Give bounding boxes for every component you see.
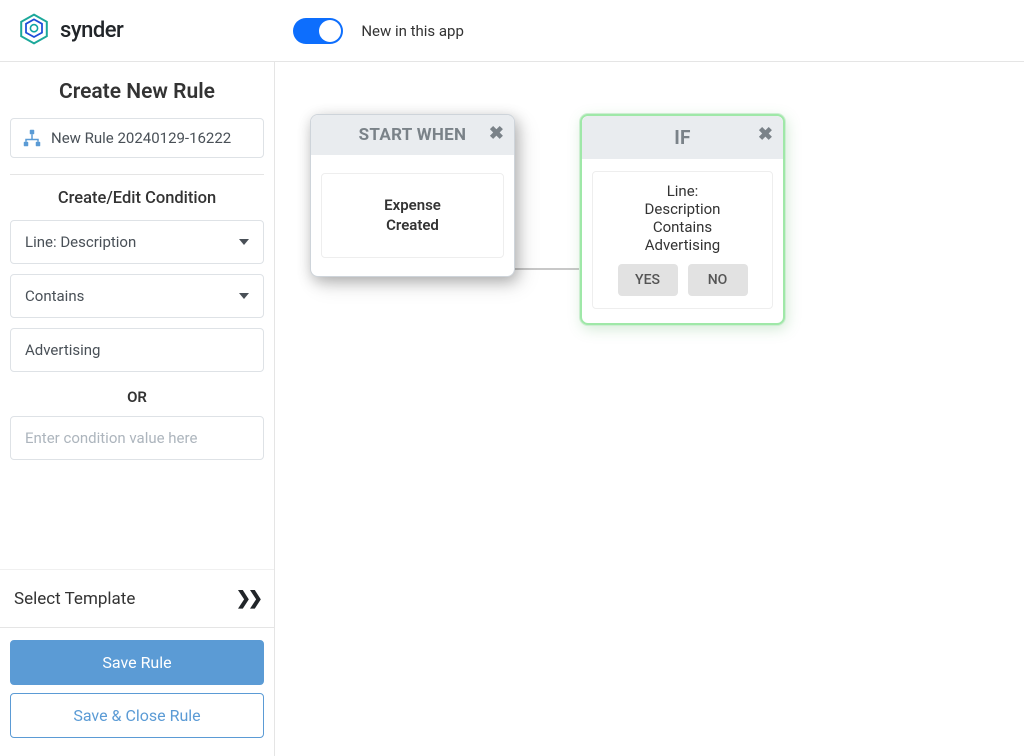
select-template-label: Select Template xyxy=(14,589,135,609)
if-line-2: Description xyxy=(599,200,766,218)
divider xyxy=(10,174,264,175)
start-when-node[interactable]: START WHEN ✖ ExpenseCreated xyxy=(310,114,515,277)
condition-field-value: Line: Description xyxy=(25,233,136,251)
header-toggle-group: New in this app xyxy=(293,18,464,44)
condition-operator-value: Contains xyxy=(25,287,84,305)
double-chevron-right-icon: ❯❯ xyxy=(236,588,260,609)
sidebar-title: Create New Rule xyxy=(10,80,264,104)
node-connector xyxy=(514,268,582,270)
if-no-button[interactable]: NO xyxy=(688,264,748,296)
if-line-4: Advertising xyxy=(599,236,766,254)
start-when-title: START WHEN xyxy=(359,125,467,145)
condition-field-select[interactable]: Line: Description xyxy=(10,220,264,264)
save-rule-button[interactable]: Save Rule xyxy=(10,640,264,685)
close-icon[interactable]: ✖ xyxy=(489,123,504,144)
app-header: synder New in this app xyxy=(0,0,1024,62)
rule-canvas[interactable]: START WHEN ✖ ExpenseCreated IF ✖ Line: xyxy=(275,62,1024,756)
rule-sidebar: Create New Rule New Rule 20240129-16222 … xyxy=(0,62,275,756)
if-header: IF ✖ xyxy=(582,116,783,159)
if-body: Line: Description Contains Advertising Y… xyxy=(592,171,773,309)
new-in-app-label: New in this app xyxy=(361,22,464,40)
chevron-down-icon xyxy=(239,239,249,245)
sidebar-footer: Save Rule Save & Close Rule xyxy=(0,627,274,756)
brand-logo: synder xyxy=(18,13,123,49)
condition-operator-select[interactable]: Contains xyxy=(10,274,264,318)
rule-name-field[interactable]: New Rule 20240129-16222 xyxy=(10,118,264,158)
select-template-row[interactable]: Select Template ❯❯ xyxy=(0,569,274,627)
chevron-down-icon xyxy=(239,293,249,299)
or-label: OR xyxy=(10,388,264,406)
if-node[interactable]: IF ✖ Line: Description Contains Advertis… xyxy=(580,114,785,325)
start-when-body: ExpenseCreated xyxy=(321,173,504,258)
if-title: IF xyxy=(674,126,691,149)
if-line-3: Contains xyxy=(599,218,766,236)
condition-value-input[interactable] xyxy=(10,328,264,372)
condition-section-title: Create/Edit Condition xyxy=(10,189,264,208)
brand-name: synder xyxy=(60,18,123,43)
save-close-rule-button[interactable]: Save & Close Rule xyxy=(10,693,264,738)
if-line-1: Line: xyxy=(599,182,766,200)
sitemap-icon xyxy=(23,129,41,147)
new-in-app-toggle[interactable] xyxy=(293,18,343,44)
if-yes-button[interactable]: YES xyxy=(618,264,678,296)
start-when-header: START WHEN ✖ xyxy=(311,115,514,155)
condition-alt-value-input[interactable] xyxy=(10,416,264,460)
synder-logo-icon xyxy=(18,13,50,49)
close-icon[interactable]: ✖ xyxy=(758,124,773,145)
rule-name-text: New Rule 20240129-16222 xyxy=(51,129,231,147)
